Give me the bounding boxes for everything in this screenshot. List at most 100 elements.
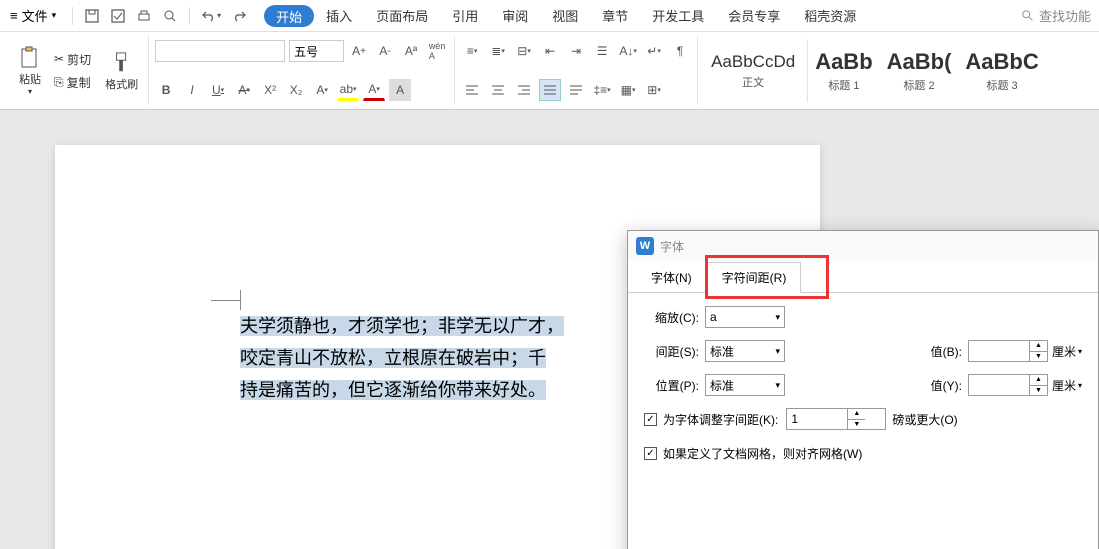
style-heading2[interactable]: AaBb( 标题 2 [880, 39, 959, 103]
char-shading-button[interactable]: A [389, 79, 411, 101]
format-painter-button[interactable]: 格式刷 [101, 39, 142, 103]
dialog-title-text: 字体 [660, 238, 684, 255]
increase-indent-button[interactable]: ⇥ [565, 40, 587, 62]
font-size-select[interactable] [289, 40, 344, 62]
tab-dev-tools[interactable]: 开发工具 [640, 0, 716, 31]
print-icon[interactable] [131, 0, 157, 31]
ribbon: 粘贴▾ ✂剪切 ⎘复制 格式刷 A+ A- Aª wénA B I U▾ A▾ … [0, 32, 1099, 110]
phonetic-guide-icon[interactable]: wénA [426, 40, 448, 62]
value-b-input[interactable] [969, 341, 1029, 361]
text-cursor-guide [240, 290, 241, 310]
tab-page-layout[interactable]: 页面布局 [364, 0, 440, 31]
tab-start[interactable]: 开始 [264, 5, 314, 27]
subscript-button[interactable]: X₂ [285, 79, 307, 101]
tab-insert[interactable]: 插入 [314, 0, 364, 31]
value-y-spinner[interactable]: ▲▼ [968, 374, 1048, 396]
spin-up-icon[interactable]: ▲ [848, 409, 865, 420]
print-preview-icon[interactable] [157, 0, 183, 31]
spin-down-icon[interactable]: ▼ [1030, 386, 1047, 396]
tab-member[interactable]: 会员专享 [716, 0, 792, 31]
file-menu[interactable]: ≡ 文件 ▾ [0, 0, 66, 31]
shading-button[interactable]: ▦▾ [617, 79, 639, 101]
brush-icon [111, 50, 133, 76]
tab-sections[interactable]: 章节 [590, 0, 640, 31]
redo-icon[interactable] [226, 0, 252, 31]
tab-references[interactable]: 引用 [440, 0, 490, 31]
align-right-button[interactable] [513, 79, 535, 101]
copy-button[interactable]: ⎘复制 [50, 72, 95, 93]
unit-cm[interactable]: 厘米▾ [1052, 377, 1082, 394]
spin-up-icon[interactable]: ▲ [1030, 341, 1047, 352]
spin-down-icon[interactable]: ▼ [1030, 352, 1047, 362]
caret-down-icon: ▾ [775, 346, 780, 357]
text-effects-button[interactable]: A▾ [311, 79, 333, 101]
dialog-tab-spacing[interactable]: 字符间距(R) [707, 262, 802, 293]
align-center-button[interactable] [487, 79, 509, 101]
numbering-button[interactable]: ≣▾ [487, 40, 509, 62]
dialog-body: 缩放(C): a▾ 间距(S): 标准▾ 值(B): ▲▼ 厘米▾ 位置(P):… [628, 293, 1098, 487]
grid-checkbox[interactable]: ✓ 如果定义了文档网格，则对齐网格(W) [644, 445, 862, 462]
search-placeholder: 查找功能 [1039, 6, 1091, 25]
increase-font-icon[interactable]: A+ [348, 40, 370, 62]
separator [189, 7, 190, 25]
tab-resources[interactable]: 稻壳资源 [792, 0, 868, 31]
underline-button[interactable]: U▾ [207, 79, 229, 101]
save-as-icon[interactable] [105, 0, 131, 31]
tab-view[interactable]: 视图 [540, 0, 590, 31]
font-color-button[interactable]: A▾ [363, 79, 385, 101]
dialog-titlebar[interactable]: W 字体 [628, 231, 1098, 261]
scale-label: 缩放(C): [644, 309, 699, 326]
value-y-input[interactable] [969, 375, 1029, 395]
sort-button[interactable]: ☰ [591, 40, 613, 62]
style-heading3[interactable]: AaBbC 标题 3 [958, 39, 1045, 103]
value-b-spinner[interactable]: ▲▼ [968, 340, 1048, 362]
align-distribute-button[interactable] [565, 79, 587, 101]
align-left-button[interactable] [461, 79, 483, 101]
spin-up-icon[interactable]: ▲ [1030, 375, 1047, 386]
multilevel-button[interactable]: ⊟▾ [513, 40, 535, 62]
decrease-indent-button[interactable]: ⇤ [539, 40, 561, 62]
text-direction-button[interactable]: A↓▾ [617, 40, 639, 62]
decrease-font-icon[interactable]: A- [374, 40, 396, 62]
show-marks-button[interactable]: ¶ [669, 40, 691, 62]
checkbox-icon: ✓ [644, 447, 657, 460]
scissors-icon: ✂ [54, 52, 64, 66]
caret-down-icon: ▾ [1078, 381, 1082, 390]
highlight-button[interactable]: ab▾ [337, 79, 359, 101]
italic-button[interactable]: I [181, 79, 203, 101]
unit-cm[interactable]: 厘米▾ [1052, 343, 1082, 360]
spacing-select[interactable]: 标准▾ [705, 340, 785, 362]
text-line: 咬定青山不放松，立根原在破岩中；千 [240, 348, 546, 368]
search-box[interactable]: 查找功能 [1013, 6, 1099, 25]
change-case-icon[interactable]: Aª [400, 40, 422, 62]
file-label: 文件 [22, 6, 48, 25]
bold-button[interactable]: B [155, 79, 177, 101]
style-heading1[interactable]: AaBb 标题 1 [808, 39, 879, 103]
borders-button[interactable]: ⊞▾ [643, 79, 665, 101]
superscript-button[interactable]: X² [259, 79, 281, 101]
undo-icon[interactable]: ▾ [196, 0, 226, 31]
font-dialog: W 字体 字体(N) 字符间距(R) 缩放(C): a▾ 间距(S): 标准▾ … [627, 230, 1099, 549]
ribbon-tabs: 开始 插入 页面布局 引用 审阅 视图 章节 开发工具 会员专享 稻壳资源 [264, 0, 868, 31]
line-break-button[interactable]: ↵▾ [643, 40, 665, 62]
style-normal[interactable]: AaBbCcDd 正文 [704, 39, 808, 103]
align-justify-button[interactable] [539, 79, 561, 101]
paste-icon [18, 45, 42, 71]
save-icon[interactable] [79, 0, 105, 31]
kerning-input[interactable] [787, 409, 847, 429]
copy-icon: ⎘ [54, 75, 64, 90]
spin-down-icon[interactable]: ▼ [848, 420, 865, 430]
cut-button[interactable]: ✂剪切 [50, 49, 95, 70]
dialog-tabs: 字体(N) 字符间距(R) [628, 261, 1098, 293]
position-select[interactable]: 标准▾ [705, 374, 785, 396]
paste-button[interactable]: 粘贴▾ [14, 39, 46, 103]
tab-review[interactable]: 审阅 [490, 0, 540, 31]
font-name-select[interactable] [155, 40, 285, 62]
kerning-spinner[interactable]: ▲▼ [786, 408, 886, 430]
line-spacing-button[interactable]: ‡≡▾ [591, 79, 613, 101]
strikethrough-button[interactable]: A▾ [233, 79, 255, 101]
kerning-checkbox[interactable]: ✓ 为字体调整字间距(K): [644, 411, 778, 428]
dialog-tab-font[interactable]: 字体(N) [636, 262, 707, 293]
scale-select[interactable]: a▾ [705, 306, 785, 328]
bullets-button[interactable]: ≡▾ [461, 40, 483, 62]
